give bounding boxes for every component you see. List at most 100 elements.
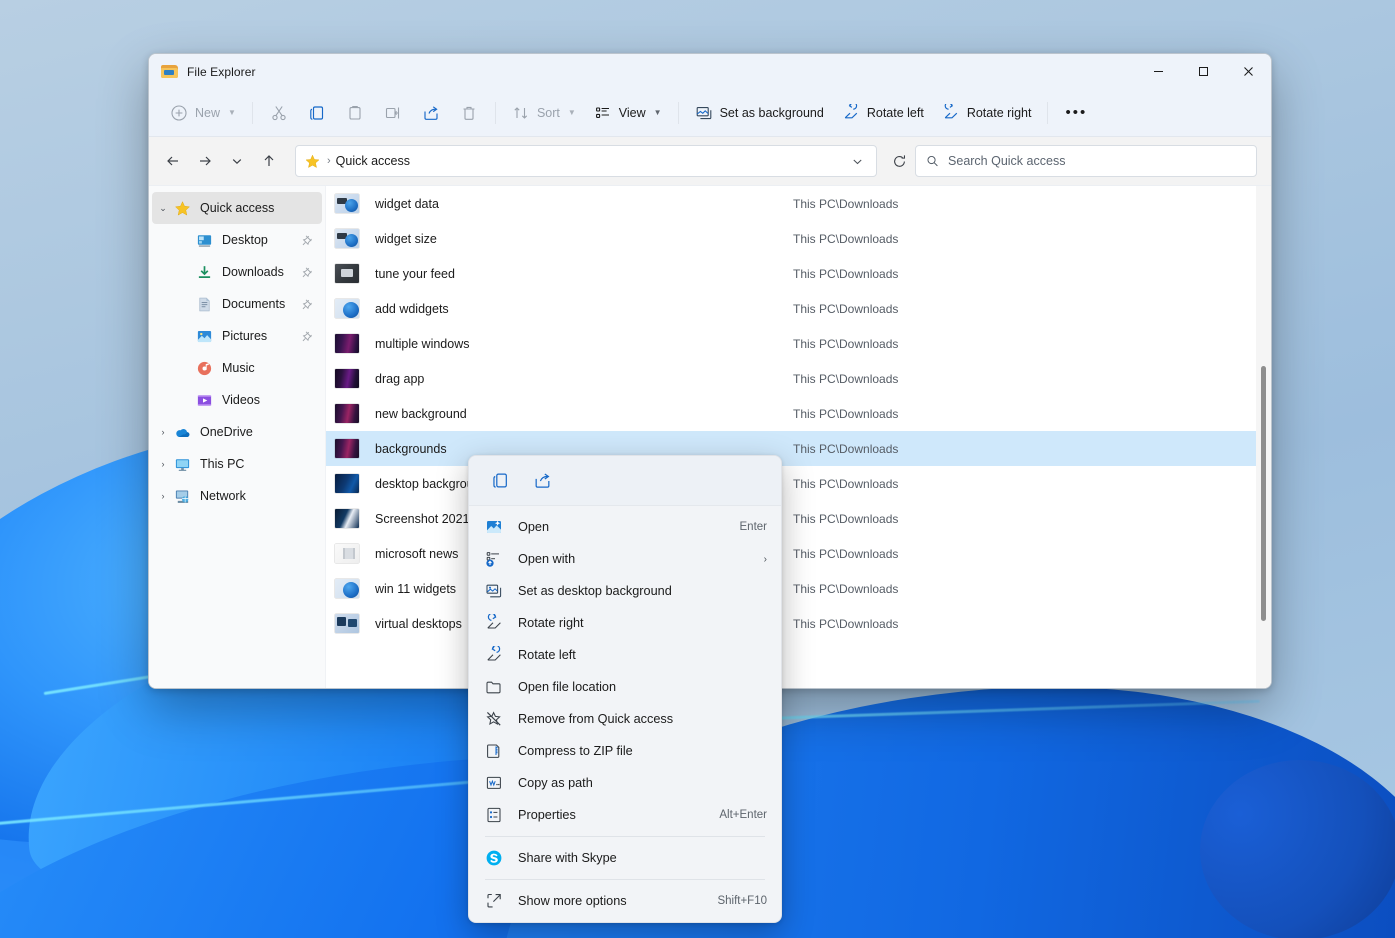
rotate-left-button[interactable]: Rotate left — [833, 97, 933, 129]
back-button[interactable] — [157, 145, 189, 177]
documents-icon — [174, 296, 222, 313]
set-as-background-button[interactable]: Set as background — [686, 97, 833, 129]
menu-item-label: Properties — [518, 808, 576, 822]
chevron-right-icon[interactable]: › — [152, 427, 174, 437]
ellipsis-icon: ••• — [1065, 104, 1088, 121]
sidebar-item-pictures[interactable]: Pictures — [152, 320, 322, 352]
copy-path-icon — [485, 774, 518, 792]
menu-item-copy-as-path[interactable]: Copy as path — [474, 767, 776, 799]
file-name: widget data — [375, 196, 439, 211]
divider — [251, 101, 253, 124]
sidebar-item-quick-access[interactable]: ⌄ Quick access — [152, 192, 322, 224]
sidebar-item-network[interactable]: › Network — [152, 480, 322, 512]
menu-item-remove-from-quick-access[interactable]: Remove from Quick access — [474, 703, 776, 735]
search-input[interactable] — [948, 154, 1246, 168]
chevron-right-icon[interactable]: › — [152, 459, 174, 469]
menu-item-open-with[interactable]: Open with › — [474, 543, 776, 575]
sidebar-item-label: This PC — [200, 457, 245, 471]
rename-button[interactable] — [374, 97, 412, 129]
menu-item-label: Share with Skype — [518, 851, 617, 865]
close-button[interactable] — [1226, 54, 1271, 89]
file-thumbnail-icon — [335, 439, 359, 458]
skype-icon — [485, 849, 518, 867]
menu-item-set-as-desktop-background[interactable]: Set as desktop background — [474, 575, 776, 607]
copy-icon[interactable] — [481, 464, 519, 498]
set-background-icon — [485, 582, 518, 600]
menu-item-open-file-location[interactable]: Open file location — [474, 671, 776, 703]
onedrive-icon — [174, 424, 200, 441]
pictures-icon — [174, 328, 222, 345]
sidebar-item-desktop[interactable]: Desktop — [152, 224, 322, 256]
recent-locations-button[interactable] — [221, 145, 253, 177]
delete-button[interactable] — [450, 97, 488, 129]
sidebar-item-music[interactable]: Music — [152, 352, 322, 384]
share-icon[interactable] — [523, 464, 561, 498]
table-row[interactable]: tune your feed This PC\Downloads — [326, 256, 1271, 291]
sidebar-item-this-pc[interactable]: › This PC — [152, 448, 322, 480]
sidebar-item-onedrive[interactable]: › OneDrive — [152, 416, 322, 448]
pin-icon — [302, 266, 312, 277]
menu-item-compress-to-zip-file[interactable]: Compress to ZIP file — [474, 735, 776, 767]
window-title: File Explorer — [187, 64, 256, 79]
menu-item-rotate-right[interactable]: Rotate right — [474, 607, 776, 639]
table-row[interactable]: drag app This PC\Downloads — [326, 361, 1271, 396]
menu-item-shortcut: Shift+F10 — [717, 895, 767, 907]
rotate-right-button[interactable]: Rotate right — [933, 97, 1041, 129]
navigation-bar: › Quick access — [149, 137, 1271, 185]
see-more-button[interactable]: ••• — [1055, 97, 1097, 129]
sidebar-item-documents[interactable]: Documents — [152, 288, 322, 320]
chevron-right-icon[interactable]: › — [152, 491, 174, 501]
menu-item-rotate-left[interactable]: Rotate left — [474, 639, 776, 671]
menu-item-properties[interactable]: Properties Alt+Enter — [474, 799, 776, 831]
address-bar[interactable]: › Quick access — [295, 145, 877, 177]
forward-button[interactable] — [189, 145, 221, 177]
table-row[interactable]: multiple windows This PC\Downloads — [326, 326, 1271, 361]
menu-item-label: Open with — [518, 552, 576, 566]
table-row[interactable]: add wdidgets This PC\Downloads — [326, 291, 1271, 326]
file-location: This PC\Downloads — [793, 441, 899, 456]
breadcrumb[interactable]: Quick access — [336, 154, 410, 168]
cut-button[interactable] — [260, 97, 298, 129]
file-thumbnail-icon — [335, 264, 359, 283]
file-thumbnail-icon — [335, 579, 359, 598]
menu-item-open[interactable]: Open Enter — [474, 511, 776, 543]
share-button[interactable] — [412, 97, 450, 129]
copy-button[interactable] — [298, 97, 336, 129]
search-box[interactable] — [915, 145, 1257, 177]
sort-button[interactable]: Sort ▼ — [503, 97, 585, 129]
table-row[interactable]: widget data This PC\Downloads — [326, 186, 1271, 221]
new-button[interactable]: New ▼ — [161, 97, 245, 129]
sidebar-item-downloads[interactable]: Downloads — [152, 256, 322, 288]
table-row[interactable]: widget size This PC\Downloads — [326, 221, 1271, 256]
menu-item-show-more-options[interactable]: Show more options Shift+F10 — [474, 885, 776, 917]
sidebar-item-label: Quick access — [200, 201, 275, 215]
previous-locations-button[interactable] — [844, 148, 870, 174]
sidebar-item-label: Documents — [222, 297, 286, 311]
view-label: View — [618, 105, 646, 120]
table-row[interactable]: new background This PC\Downloads — [326, 396, 1271, 431]
unpin-star-icon — [485, 710, 518, 728]
chevron-down-icon[interactable]: ⌄ — [152, 203, 174, 214]
zip-icon — [485, 742, 518, 760]
paste-button[interactable] — [336, 97, 374, 129]
maximize-button[interactable] — [1181, 54, 1226, 89]
menu-item-label: Show more options — [518, 894, 627, 908]
view-button[interactable]: View ▼ — [585, 97, 671, 129]
scrollbar-thumb[interactable] — [1261, 366, 1266, 621]
pin-icon — [302, 330, 312, 341]
file-location: This PC\Downloads — [793, 476, 899, 491]
sidebar-item-videos[interactable]: Videos — [152, 384, 322, 416]
file-list-scrollbar[interactable] — [1256, 186, 1271, 688]
minimize-button[interactable] — [1136, 54, 1181, 89]
refresh-button[interactable] — [883, 145, 915, 177]
file-name: widget size — [375, 231, 437, 246]
folder-icon — [161, 64, 178, 79]
file-name: new background — [375, 406, 467, 421]
sidebar-item-label: Downloads — [222, 265, 284, 279]
menu-item-label: Rotate right — [518, 616, 584, 630]
navigation-pane: ⌄ Quick access Desktop Downloads Documents Pi… — [149, 186, 326, 688]
up-button[interactable] — [253, 145, 285, 177]
menu-item-label: Set as desktop background — [518, 584, 672, 598]
rotate-right-icon — [485, 614, 518, 632]
menu-item-share-with-skype[interactable]: Share with Skype — [474, 842, 776, 874]
